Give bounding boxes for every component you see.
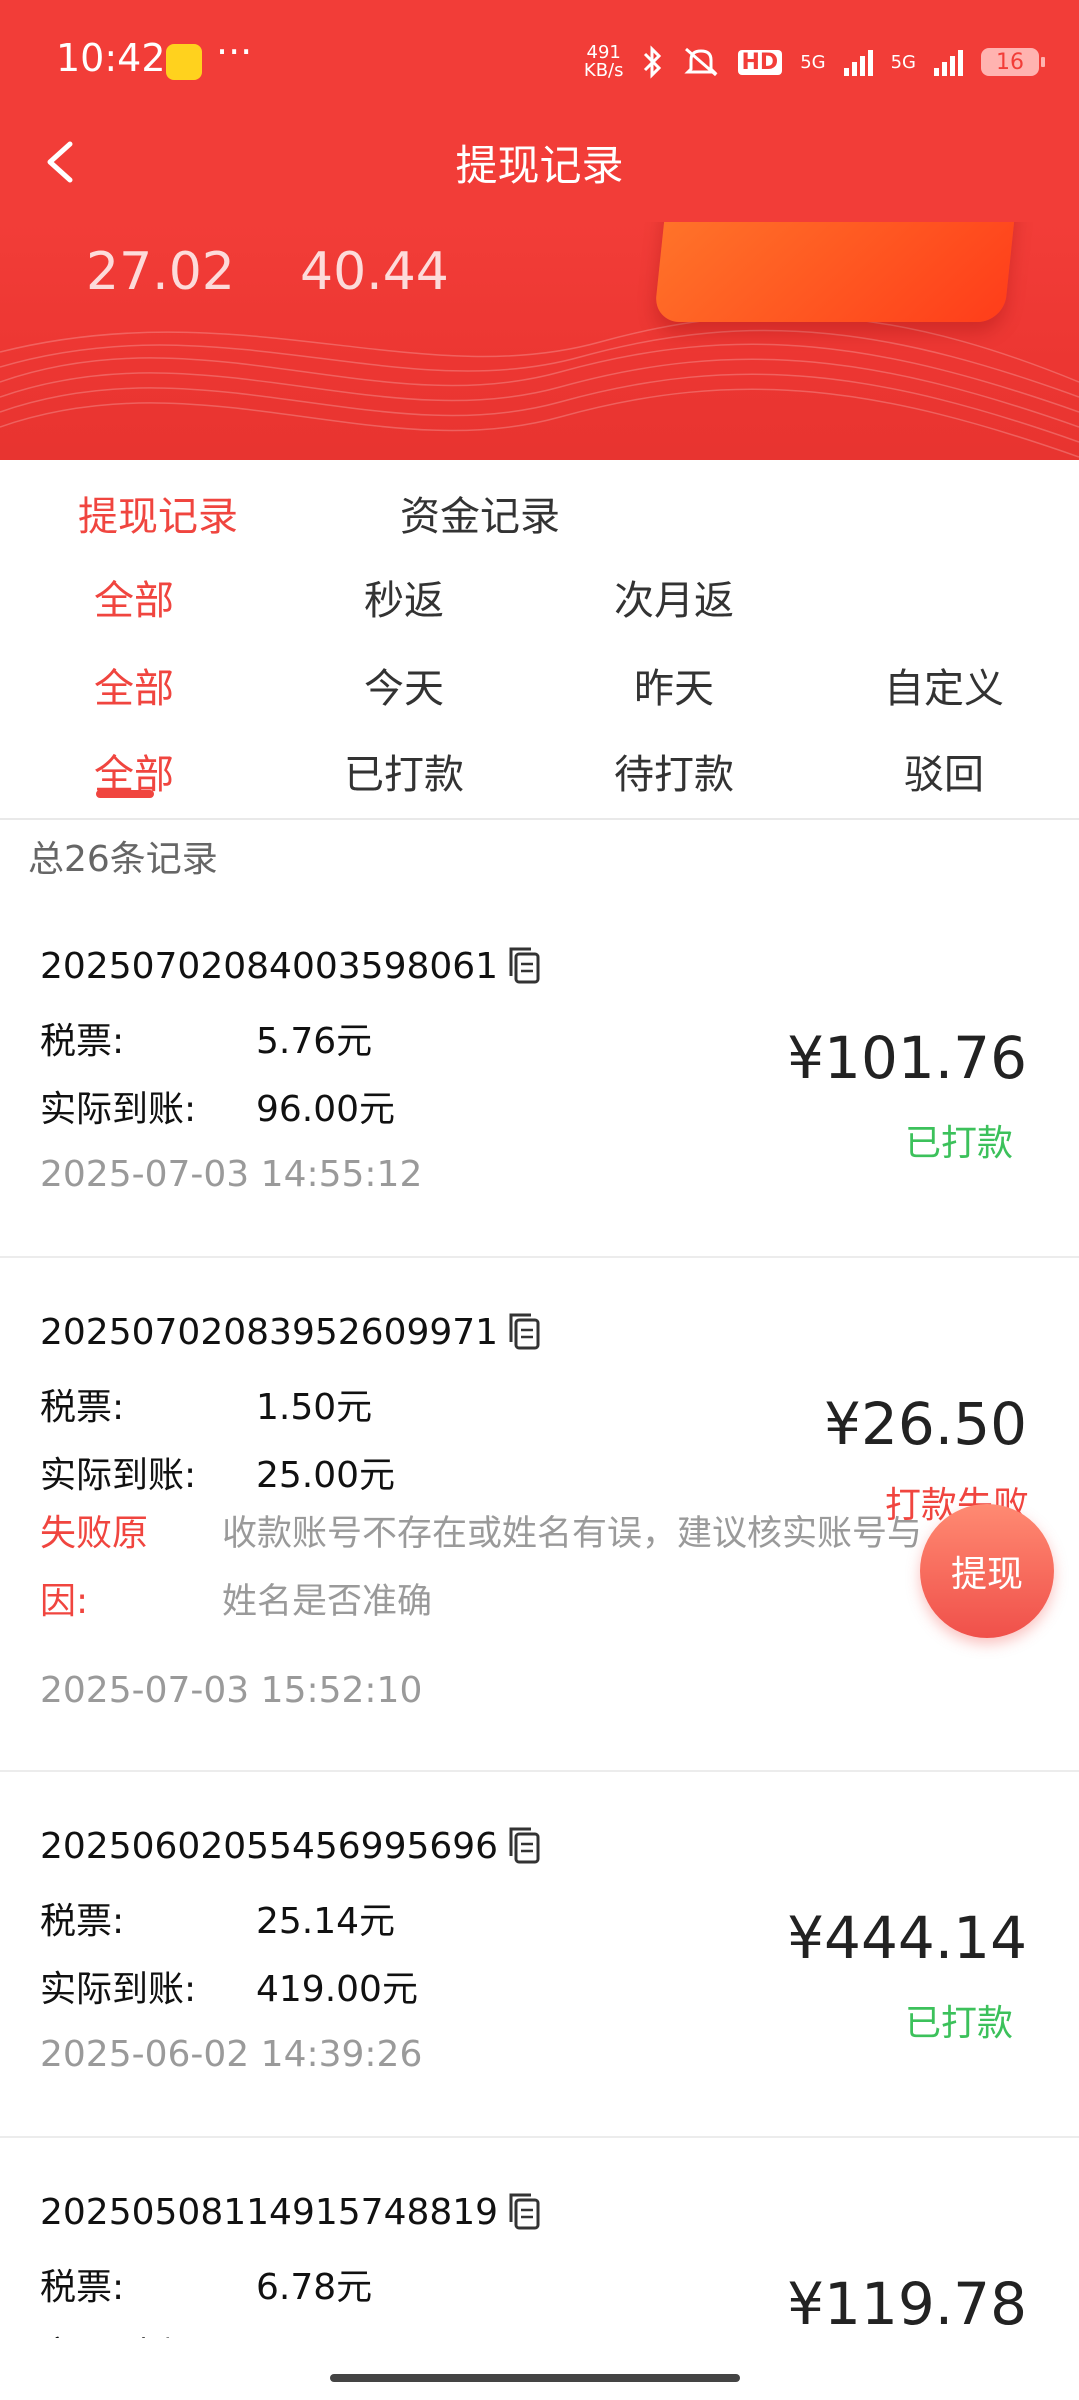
hd-badge: HD [737,49,783,75]
tax-label: 税票: [40,1021,125,1062]
record-date: 2025-07-03 15:52:10 [40,1670,423,1711]
mute-icon [683,47,718,77]
filter-status-paid[interactable]: 已打款 [344,742,464,800]
filter-time-yesterday[interactable]: 昨天 [634,656,714,714]
record-item[interactable]: 20250702084003598061 税票: 5.76元 实际到账: 96.… [0,892,1079,1258]
signal-2-label: 5G [890,51,916,73]
home-indicator[interactable] [330,2374,740,2382]
record-count: 总26条记录 [28,839,218,880]
actual-label: 实际到账: [40,1089,197,1130]
app-notification-icon [166,44,202,80]
tax-label: 税票: [40,1387,125,1428]
fail-reason-text: 收款账号不存在或姓名有误，建议核实账号与姓名是否准确 [222,1514,923,1622]
tax-value: 1.50元 [256,1387,373,1428]
copy-icon[interactable] [504,1310,544,1354]
actual-label: 实际到账: [40,1455,197,1496]
status-icons: 491 KB/s HD 5G 5G 16 [583,40,1045,84]
record-id-row: 20250702084003598061 [40,944,544,988]
actual-value: 113.00元 [256,2326,418,2338]
tax-value: 5.76元 [256,1021,373,1062]
actual-value: 25.00元 [256,1455,396,1496]
record-item[interactable]: 20250702083952609971 税票: 1.50元 实际到账: 25.… [0,1258,1079,1772]
record-id-row: 20250602055456995696 [40,1824,544,1868]
record-id: 20250602055456995696 [40,1825,499,1867]
filter-type-instant[interactable]: 秒返 [364,568,444,626]
record-amount: ¥444.14 [787,1904,1027,1972]
signal-2-icon [934,48,963,76]
tax-value: 6.78元 [256,2267,373,2308]
actual-label: 实际到账: [40,1969,197,2010]
net-speed: 491 KB/s [583,42,624,81]
record-date: 2025-07-03 14:55:12 [40,1154,423,1195]
actual-label: 实际到账: [40,2326,196,2338]
record-amount: ¥26.50 [824,1390,1027,1458]
filter-status-pending[interactable]: 待打款 [614,742,734,800]
filter-time-custom[interactable]: 自定义 [884,656,1004,714]
record-id: 20250702083952609971 [40,1311,499,1353]
filter-type-next-month[interactable]: 次月返 [614,568,734,626]
filter-type-all[interactable]: 全部 [94,568,174,626]
tab-fund-records[interactable]: 资金记录 [400,484,560,542]
copy-icon[interactable] [504,2190,544,2234]
filter-status-rejected[interactable]: 驳回 [904,742,984,800]
more-notifications-icon: ··· [216,30,253,74]
copy-icon[interactable] [504,944,544,988]
summary-banner: 27.02 40.44 [0,222,1079,460]
fail-reason-label: 失败原因: [40,1513,149,1622]
filter-time-today[interactable]: 今天 [364,656,444,714]
signal-1-label: 5G [800,51,826,73]
status-time: 10:42 [56,36,166,80]
actual-value: 419.00元 [256,1969,418,2010]
record-amount: ¥101.76 [787,1024,1027,1092]
battery-level: 16 [996,49,1024,75]
page-title: 提现记录 [455,141,624,190]
filter-time-all[interactable]: 全部 [94,656,174,714]
record-id: 20250702084003598061 [40,945,499,987]
record-id-row: 20250508114915748819 [40,2190,544,2234]
tax-label: 税票: [40,2267,125,2308]
record-id-row: 20250702083952609971 [40,1310,544,1354]
signal-1-icon [843,48,873,76]
banner-value-1: 27.02 [86,242,235,302]
actual-value: 96.00元 [256,1089,396,1130]
banner-value-2: 40.44 [300,242,449,302]
top-bar: 10:42 ··· 491 KB/s HD 5G 5G 16 提现记录 [0,0,1079,222]
record-amount: ¥119.78 [787,2270,1027,2338]
tab-withdrawal-records[interactable]: 提现记录 [78,484,238,542]
status-badge: 已打款 [904,2003,1013,2044]
banner-card-decoration [653,222,1021,322]
tax-label: 税票: [40,1901,125,1942]
withdraw-fab-button[interactable]: 提现 [920,1504,1054,1638]
battery-icon: 16 [981,48,1045,76]
record-date: 2025-06-02 14:39:26 [40,2034,423,2075]
status-badge: 已打款 [904,1123,1013,1164]
bluetooth-icon [643,45,661,79]
tax-value: 25.14元 [256,1901,396,1942]
copy-icon[interactable] [504,1824,544,1868]
active-filter-underline [96,790,154,798]
filter-panel: 提现记录 资金记录 全部 秒返 次月返 全部 今天 昨天 自定义 全部 已打款 … [0,460,1079,820]
record-id: 20250508114915748819 [40,2191,499,2233]
record-item[interactable]: 20250508114915748819 税票: 6.78元 实际到账: 113… [0,2138,1079,2400]
record-item[interactable]: 20250602055456995696 税票: 25.14元 实际到账: 41… [0,1772,1079,2138]
